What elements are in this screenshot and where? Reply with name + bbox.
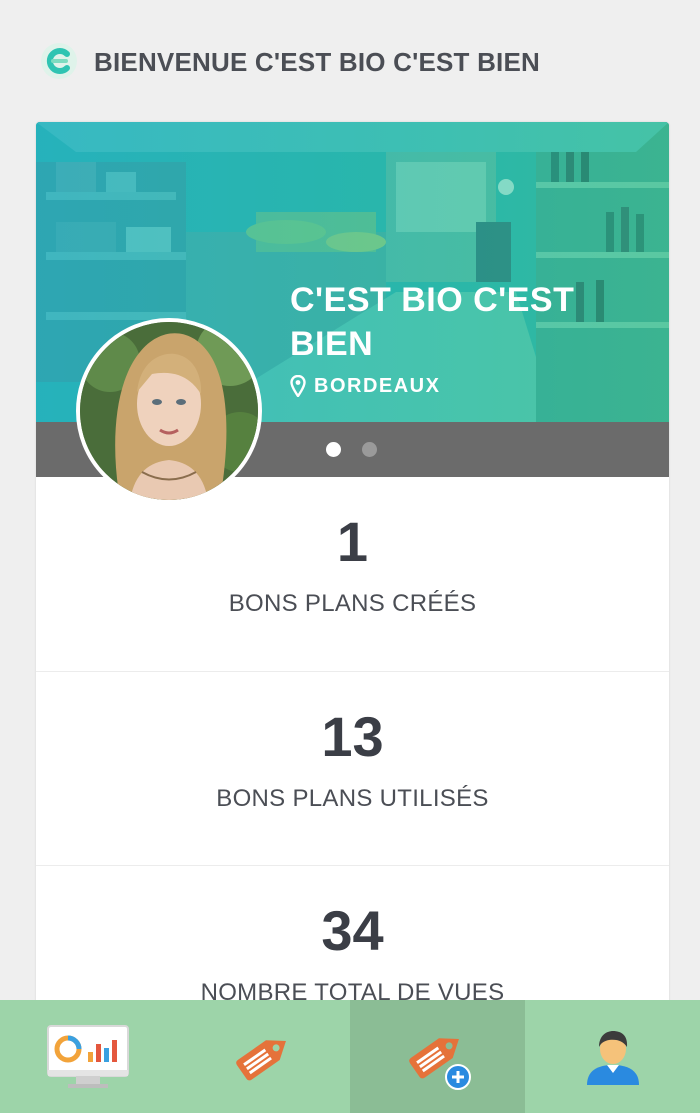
store-name: C'EST BIO C'EST BIEN [290,281,575,363]
dashboard-chart-icon [46,1024,129,1088]
slide-dot-active[interactable] [326,442,341,457]
add-tag-icon [408,1037,471,1090]
stat-label: BONS PLANS UTILISÉS [216,785,489,812]
tab-dashboard[interactable] [0,1000,175,1113]
location-label: BORDEAUX [314,374,441,397]
stat-deals-created: 1 BONS PLANS CRÉÉS [36,477,669,671]
app-logo-icon [41,43,77,79]
slide-dot[interactable] [362,442,377,457]
user-profile-icon [586,1030,639,1085]
page-title: BIENVENUE C'EST BIO C'EST BIEN [94,47,540,77]
bottom-tab-bar [0,1000,700,1113]
stat-value: 34 [321,899,384,962]
tab-add-deal[interactable] [350,1000,525,1113]
stat-deals-used: 13 BONS PLANS UTILISÉS [36,671,669,865]
store-location: BORDEAUX [290,372,440,400]
tag-icon [235,1039,286,1080]
stat-value: 1 [336,510,369,573]
profile-photo-image [80,322,258,500]
stat-value: 13 [321,705,384,768]
tab-deals[interactable] [175,1000,350,1113]
app-header: BIENVENUE C'EST BIO C'EST BIEN [0,0,700,122]
avatar[interactable] [76,318,262,504]
location-pin-icon [290,375,306,397]
profile-card: C'EST BIO C'EST BIEN BORDEAUX 1 BONS PLA… [36,122,669,1062]
stat-label: BONS PLANS CRÉÉS [228,590,477,617]
tab-profile[interactable] [525,1000,700,1113]
